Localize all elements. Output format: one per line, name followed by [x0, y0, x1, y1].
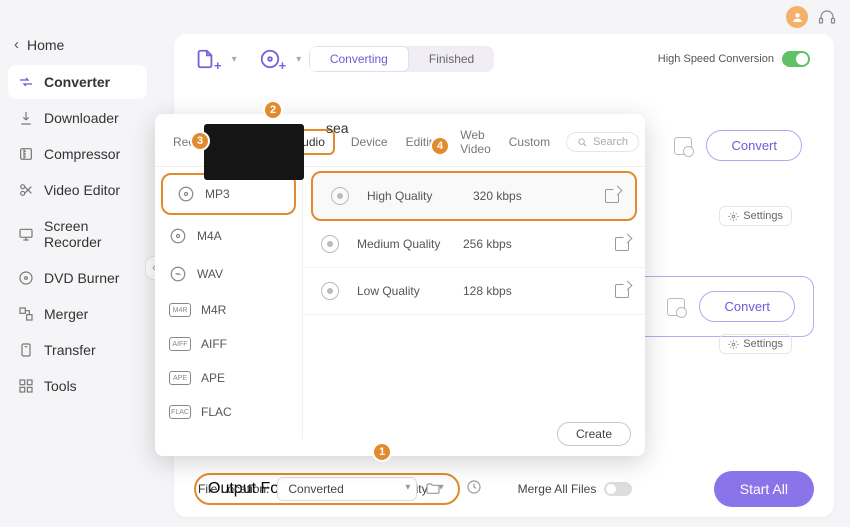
file-location-label: File Location: — [198, 482, 269, 496]
output-preset-icon[interactable] — [667, 298, 685, 316]
start-all-button[interactable]: Start All — [714, 471, 814, 507]
format-m4r[interactable]: M4R M4R — [155, 293, 302, 327]
avatar[interactable] — [786, 6, 808, 28]
edit-preset-icon[interactable] — [605, 189, 619, 203]
convert-button[interactable]: Convert — [699, 291, 795, 322]
annotation-badge-3: 3 — [190, 131, 210, 151]
sidebar-item-dvd-burner[interactable]: DVD Burner — [8, 261, 147, 295]
high-speed-toggle[interactable] — [782, 51, 810, 67]
settings-chip[interactable]: Settings — [719, 334, 792, 354]
quality-medium[interactable]: Medium Quality 256 kbps — [303, 221, 645, 268]
file-title: sea — [326, 120, 349, 136]
annotation-badge-4: 4 — [430, 136, 450, 156]
format-ape[interactable]: APE APE — [155, 361, 302, 395]
chevron-down-icon: ▾ — [296, 54, 301, 65]
disc-icon — [321, 282, 339, 300]
quality-list: High Quality 320 kbps Medium Quality 256… — [303, 167, 645, 439]
format-aiff[interactable]: AIFF AIFF — [155, 327, 302, 361]
format-m4a[interactable]: M4A — [155, 217, 302, 255]
merge-label: Merge All Files — [518, 482, 597, 496]
add-disc-button[interactable]: + ▾ — [259, 48, 302, 70]
create-preset-button[interactable]: Create — [557, 422, 631, 446]
format-flac[interactable]: FLAC FLAC — [155, 395, 302, 429]
merge-toggle[interactable] — [604, 482, 632, 496]
sidebar-item-merger[interactable]: Merger — [8, 297, 147, 331]
status-segment: Converting Finished — [309, 46, 494, 72]
annotation-badge-1: 1 — [372, 442, 392, 462]
home-label: Home — [27, 37, 64, 53]
tab-device[interactable]: Device — [349, 131, 390, 153]
seg-finished[interactable]: Finished — [409, 46, 494, 72]
sidebar: ‹ Home Converter Downloader Compressor V… — [0, 0, 155, 527]
file-location-select[interactable]: Converted — [277, 477, 417, 501]
search-input[interactable]: Search — [566, 132, 639, 152]
high-speed-label: High Speed Conversion — [658, 53, 774, 65]
edit-preset-icon[interactable] — [615, 284, 629, 298]
add-file-button[interactable]: + ▾ — [194, 48, 237, 70]
sidebar-item-transfer[interactable]: Transfer — [8, 333, 147, 367]
chevron-down-icon: ▾ — [232, 54, 237, 65]
sidebar-item-converter[interactable]: Converter — [8, 65, 147, 99]
sidebar-item-tools[interactable]: Tools — [8, 369, 147, 403]
m4r-tag-icon: M4R — [169, 303, 191, 317]
video-thumbnail — [204, 124, 304, 180]
convert-button[interactable]: Convert — [706, 130, 802, 161]
format-wav[interactable]: WAV — [155, 255, 302, 293]
disc-icon — [321, 235, 339, 253]
open-folder-icon[interactable] — [425, 481, 441, 498]
format-list: MP3 M4A WAV M4R M4R AIFF AIFF APE APE — [155, 167, 303, 439]
tab-webvideo[interactable]: Web Video — [458, 124, 492, 160]
ape-tag-icon: APE — [169, 371, 191, 385]
sidebar-item-screen-recorder[interactable]: Screen Recorder — [8, 209, 147, 259]
quality-low[interactable]: Low Quality 128 kbps — [303, 268, 645, 315]
seg-converting[interactable]: Converting — [309, 46, 409, 72]
sidebar-item-downloader[interactable]: Downloader — [8, 101, 147, 135]
output-format-extra-icon[interactable] — [466, 479, 482, 500]
tab-custom[interactable]: Custom — [507, 131, 552, 153]
sidebar-item-video-editor[interactable]: Video Editor — [8, 173, 147, 207]
output-preset-icon[interactable] — [674, 137, 692, 155]
edit-preset-icon[interactable] — [615, 237, 629, 251]
sidebar-item-compressor[interactable]: Compressor — [8, 137, 147, 171]
quality-high[interactable]: High Quality 320 kbps — [311, 171, 637, 221]
disc-icon — [331, 187, 349, 205]
flac-tag-icon: FLAC — [169, 405, 191, 419]
home-link[interactable]: ‹ Home — [0, 32, 155, 65]
support-icon[interactable] — [818, 8, 836, 26]
annotation-badge-2: 2 — [263, 100, 283, 120]
settings-chip[interactable]: Settings — [719, 206, 792, 226]
aiff-tag-icon: AIFF — [169, 337, 191, 351]
